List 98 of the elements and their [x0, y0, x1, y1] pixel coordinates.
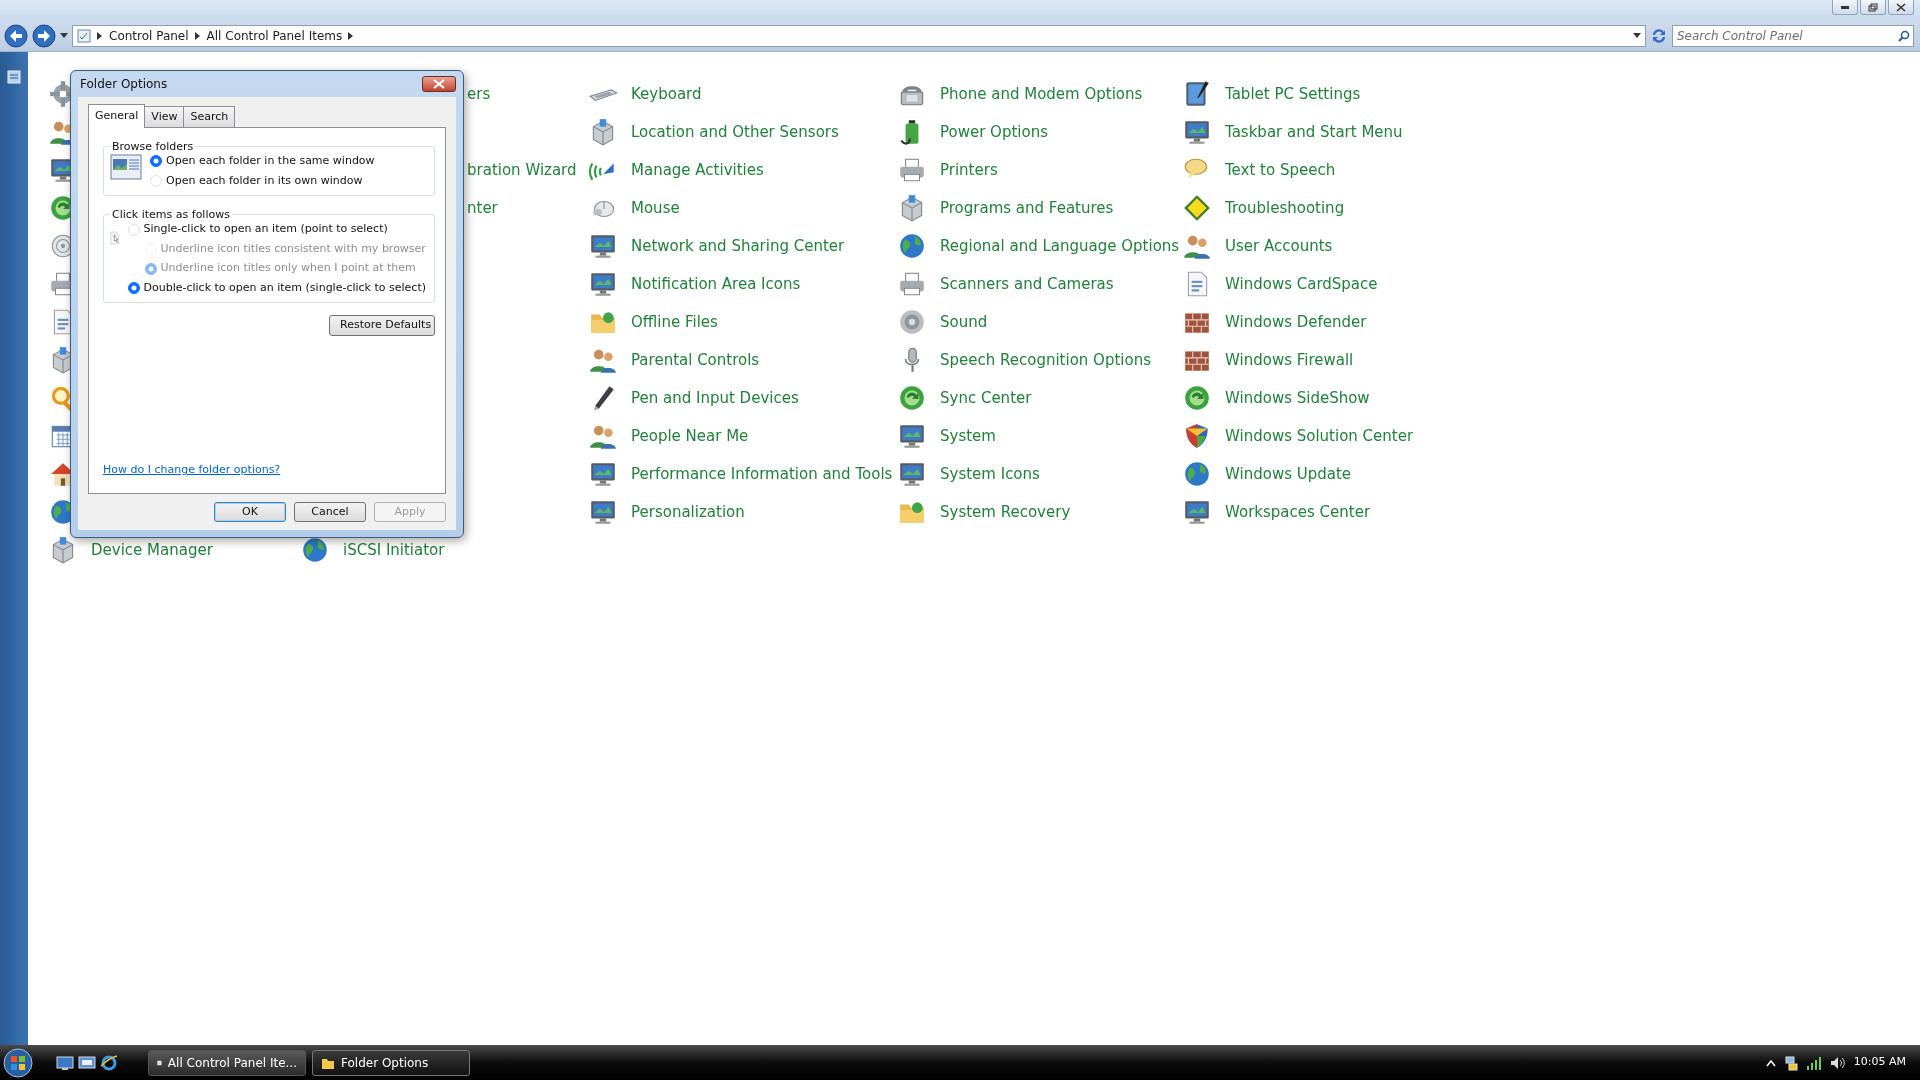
- control-panel-item[interactable]: Printers: [940, 158, 998, 182]
- tab[interactable]: View: [144, 105, 185, 127]
- taskbar-button[interactable]: Folder Options: [312, 1049, 470, 1076]
- help-link[interactable]: How do I change folder options?: [103, 463, 281, 477]
- address-bar[interactable]: Control Panel All Control Panel Items: [72, 24, 1646, 47]
- control-panel-item[interactable]: Parental Controls: [631, 348, 760, 372]
- control-panel-item[interactable]: Windows CardSpace: [1225, 272, 1378, 296]
- refresh-icon[interactable]: [1650, 26, 1668, 45]
- control-panel-item[interactable]: Windows SideShow: [1225, 386, 1370, 410]
- control-panel-item[interactable]: Sync Center: [940, 386, 1032, 410]
- chevron-up-icon[interactable]: [1765, 1058, 1776, 1067]
- control-panel-item[interactable]: User Accounts: [1225, 234, 1333, 258]
- dialog-button[interactable]: OK: [214, 501, 286, 522]
- control-panel-item[interactable]: bration Wizard: [467, 158, 577, 182]
- control-panel-item[interactable]: Mouse: [631, 196, 680, 220]
- diamond-sign-icon: [1182, 193, 1212, 223]
- forward-button[interactable]: [32, 23, 56, 48]
- close-icon: [1896, 2, 1906, 12]
- restore-defaults-button[interactable]: Restore Defaults: [329, 315, 435, 336]
- control-panel-item[interactable]: ers: [467, 82, 491, 106]
- control-panel-item[interactable]: Taskbar and Start Menu: [1225, 120, 1403, 144]
- dropdown-arrow-icon[interactable]: [60, 32, 68, 39]
- close-button[interactable]: [422, 76, 456, 92]
- breadcrumb-arrow-icon[interactable]: [348, 31, 355, 40]
- control-panel-item[interactable]: Manage Activities: [631, 158, 764, 182]
- breadcrumb[interactable]: Control Panel: [109, 26, 189, 45]
- speaker-icon: [897, 307, 927, 337]
- radio-button[interactable]: [127, 282, 140, 295]
- browser-icon[interactable]: [100, 1053, 118, 1072]
- control-panel-item[interactable]: nter: [467, 196, 498, 220]
- taskbar-button[interactable]: All Control Panel Ite...: [148, 1049, 306, 1076]
- radio-button[interactable]: [150, 155, 162, 168]
- option-label[interactable]: Open each folder in the same window: [166, 153, 375, 170]
- control-panel-item[interactable]: Programs and Features: [940, 196, 1114, 220]
- control-panel-item[interactable]: Speech Recognition Options: [940, 348, 1151, 372]
- close-button[interactable]: [1888, 0, 1914, 15]
- control-panel-item[interactable]: Windows Solution Center: [1225, 424, 1414, 448]
- clock-time[interactable]: 10:05 AM: [1853, 1054, 1906, 1071]
- option-label[interactable]: Double-click to open an item (single-click to select): [143, 279, 426, 297]
- control-panel-item[interactable]: Notification Area Icons: [631, 272, 801, 296]
- control-panel-item[interactable]: System: [940, 424, 996, 448]
- minimize-icon: [1840, 5, 1850, 9]
- window-icon: [110, 153, 142, 182]
- dialog-title: Folder Options: [80, 76, 168, 93]
- signal-bars-icon[interactable]: [1805, 1055, 1822, 1070]
- tab[interactable]: Search: [183, 105, 236, 127]
- control-panel-item[interactable]: Keyboard: [631, 82, 702, 106]
- monitor-icon[interactable]: [56, 1054, 74, 1071]
- control-panel-item[interactable]: Network and Sharing Center: [631, 234, 845, 258]
- control-panel-item[interactable]: Offline Files: [631, 310, 718, 334]
- close-icon: [433, 79, 445, 89]
- back-button[interactable]: [4, 23, 28, 48]
- sync-icon: [1182, 383, 1212, 413]
- control-panel-item[interactable]: Pen and Input Devices: [631, 386, 799, 410]
- breadcrumb-arrow-icon[interactable]: [194, 31, 201, 40]
- option-label[interactable]: Single-click to open an item (point to select): [143, 221, 388, 238]
- minimize-button[interactable]: [1832, 0, 1858, 15]
- search-icon[interactable]: [1898, 29, 1910, 42]
- control-panel-item[interactable]: Device Manager: [91, 538, 213, 562]
- control-panel-item[interactable]: Text to Speech: [1225, 158, 1336, 182]
- control-panel-item[interactable]: Power Options: [940, 120, 1048, 144]
- control-panel-item[interactable]: Windows Update: [1225, 462, 1352, 486]
- control-panel-item[interactable]: System Icons: [940, 462, 1040, 486]
- network-icon[interactable]: [1783, 1054, 1798, 1071]
- search-field[interactable]: Search Control Panel: [1672, 24, 1914, 47]
- control-panel-item[interactable]: People Near Me: [631, 424, 749, 448]
- control-panel-item[interactable]: Location and Other Sensors: [631, 120, 839, 144]
- breadcrumb[interactable]: All Control Panel Items: [206, 26, 343, 45]
- tab[interactable]: General: [88, 103, 146, 128]
- dropdown-arrow-icon[interactable]: [1633, 32, 1641, 39]
- control-panel-item[interactable]: Troubleshooting: [1225, 196, 1345, 220]
- control-panel-item[interactable]: Scanners and Cameras: [940, 272, 1114, 296]
- speaker-icon[interactable]: [1829, 1055, 1846, 1070]
- control-panel-item[interactable]: Windows Defender: [1225, 310, 1367, 334]
- group-title: Click items as follows: [111, 208, 231, 222]
- globe-icon: [300, 535, 330, 565]
- globe-icon: [1182, 459, 1212, 489]
- group-title: Browse folders: [111, 140, 195, 154]
- control-panel-item[interactable]: Windows Firewall: [1225, 348, 1354, 372]
- option-label[interactable]: Open each folder in its own window: [166, 172, 363, 190]
- sync-icon: [897, 383, 927, 413]
- control-panel-icon: [77, 28, 91, 43]
- control-panel-item[interactable]: Sound: [940, 310, 988, 334]
- control-panel-item[interactable]: Regional and Language Options: [940, 234, 1180, 258]
- control-panel-item[interactable]: Workspaces Center: [1225, 500, 1371, 524]
- control-panel-item[interactable]: Phone and Modem Options: [940, 82, 1143, 106]
- window-icon[interactable]: [78, 1054, 96, 1071]
- control-panel-item[interactable]: Performance Information and Tools: [631, 462, 893, 486]
- breadcrumb-arrow-icon[interactable]: [97, 31, 103, 40]
- dialog-button[interactable]: Cancel: [294, 501, 366, 522]
- control-panel-item[interactable]: iSCSI Initiator: [343, 538, 445, 562]
- control-panel-item[interactable]: System Recovery: [940, 500, 1071, 524]
- globe-icon: [897, 231, 927, 261]
- control-panel-item[interactable]: Tablet PC Settings: [1225, 82, 1361, 106]
- restore-button[interactable]: [1860, 0, 1886, 15]
- start-button[interactable]: [2, 1046, 34, 1079]
- restore-icon: [1868, 2, 1878, 12]
- control-panel-item[interactable]: Personalization: [631, 500, 745, 524]
